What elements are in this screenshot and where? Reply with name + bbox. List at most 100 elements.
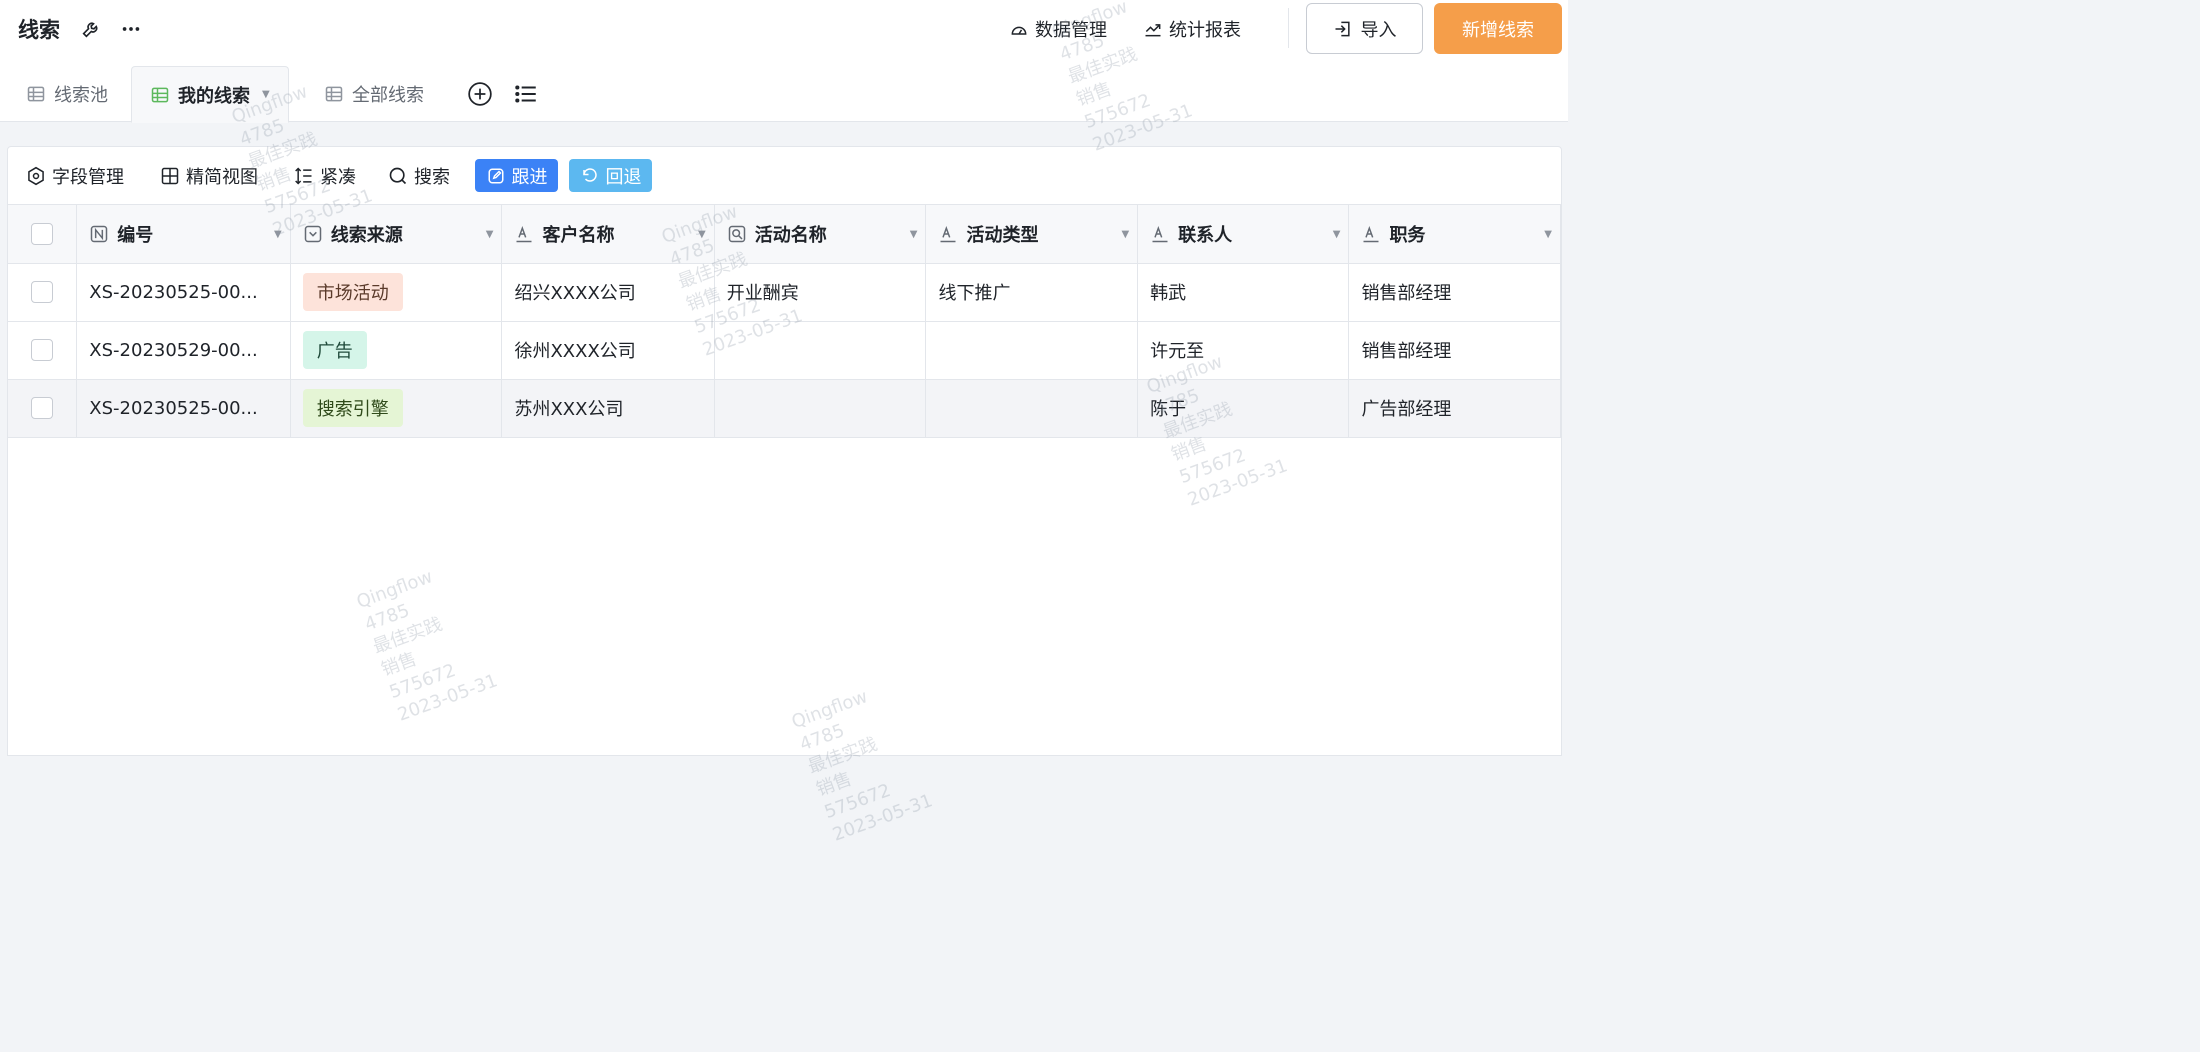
- table-toolbar: 字段管理 精简视图 紧凑 搜索 跟进 回退: [8, 147, 1561, 205]
- view-tabs: 线索池 我的线索 ▼ 全部线索: [0, 66, 1568, 123]
- cell-source[interactable]: 市场活动: [290, 263, 503, 322]
- column-header-source[interactable]: 线索来源 ▼: [290, 205, 503, 264]
- column-header-position[interactable]: 职务 ▼: [1348, 205, 1561, 264]
- row-checkbox[interactable]: [31, 281, 54, 303]
- cell-activity-type[interactable]: [925, 379, 1139, 438]
- add-view-icon[interactable]: [466, 80, 494, 108]
- tab-lead-pool[interactable]: 线索池: [26, 66, 108, 122]
- column-header-contact[interactable]: 联系人 ▼: [1137, 205, 1350, 264]
- simple-view-label: 精简视图: [186, 167, 258, 188]
- import-button[interactable]: 导入: [1306, 3, 1423, 54]
- table-row[interactable]: XS-20230529-00... 广告 徐州XXXX公司 许元至 销售部经理: [8, 321, 1561, 380]
- cell-customer[interactable]: 苏州XXX公司: [501, 379, 715, 438]
- text-field-icon: [514, 224, 534, 244]
- cell-source[interactable]: 搜索引擎: [290, 379, 503, 438]
- cell-contact[interactable]: 韩武: [1137, 263, 1350, 322]
- more-icon[interactable]: [118, 16, 144, 42]
- leads-table: 编号 ▼ 线索来源 ▼ 客户名称 ▼ 活动名称 ▼ 活动类型 ▼ 联系人 ▼ 职…: [8, 205, 1561, 438]
- cell-id[interactable]: XS-20230525-00...: [76, 379, 291, 438]
- cell-activity-type[interactable]: [925, 321, 1139, 380]
- source-tag: 广告: [302, 331, 367, 369]
- table-icon: [324, 84, 344, 104]
- source-tag: 市场活动: [302, 273, 403, 311]
- import-label: 导入: [1360, 19, 1397, 41]
- column-header-activity[interactable]: 活动名称 ▼: [714, 205, 927, 264]
- field-manage-label: 字段管理: [52, 167, 124, 188]
- wrench-icon[interactable]: [78, 16, 104, 42]
- stats-report-button[interactable]: 统计报表: [1143, 14, 1241, 44]
- select-all-checkbox[interactable]: [31, 222, 54, 245]
- compact-button[interactable]: 紧凑: [294, 160, 356, 192]
- cell-activity-type[interactable]: 线下推广: [925, 263, 1139, 322]
- cell-position[interactable]: 销售部经理: [1348, 321, 1561, 380]
- row-select-cell: [8, 321, 78, 380]
- chevron-down-icon[interactable]: ▼: [274, 229, 282, 240]
- column-label: 活动类型: [966, 224, 1039, 246]
- text-field-icon: [1361, 224, 1381, 244]
- column-header-id[interactable]: 编号 ▼: [76, 205, 291, 264]
- cell-activity[interactable]: 开业酬宾: [714, 263, 927, 322]
- column-header-customer[interactable]: 客户名称 ▼: [501, 205, 715, 264]
- dropdown-field-icon: [303, 224, 323, 244]
- chevron-down-icon[interactable]: ▼: [1333, 229, 1341, 240]
- chevron-down-icon[interactable]: ▼: [1121, 229, 1129, 240]
- table-header-row: 编号 ▼ 线索来源 ▼ 客户名称 ▼ 活动名称 ▼ 活动类型 ▼ 联系人 ▼ 职…: [8, 205, 1561, 264]
- divider: [1288, 8, 1289, 48]
- row-checkbox[interactable]: [31, 339, 54, 361]
- cell-activity[interactable]: [714, 379, 927, 438]
- rollback-button[interactable]: 回退: [569, 159, 652, 192]
- import-icon: [1333, 19, 1353, 39]
- column-label: 客户名称: [542, 224, 615, 246]
- table-icon: [26, 84, 46, 104]
- chevron-down-icon[interactable]: ▼: [910, 229, 918, 240]
- tab-label: 全部线索: [352, 85, 424, 106]
- column-header-activity-type[interactable]: 活动类型 ▼: [925, 205, 1139, 264]
- number-field-icon: [89, 224, 109, 244]
- row-checkbox[interactable]: [31, 397, 54, 419]
- row-select-cell: [8, 263, 78, 322]
- chevron-down-icon[interactable]: ▼: [698, 229, 706, 240]
- lookup-field-icon: [727, 224, 747, 244]
- cell-position[interactable]: 销售部经理: [1348, 263, 1561, 322]
- data-manage-button[interactable]: 数据管理: [1009, 14, 1107, 44]
- cell-id[interactable]: XS-20230525-00...: [76, 263, 291, 322]
- view-list-icon[interactable]: [512, 80, 540, 108]
- chevron-down-icon[interactable]: ▼: [486, 229, 494, 240]
- column-label: 编号: [117, 224, 154, 246]
- field-manage-button[interactable]: 字段管理: [26, 160, 124, 192]
- chevron-down-icon[interactable]: ▼: [262, 89, 270, 100]
- search-icon: [388, 166, 408, 186]
- top-bar: 线索 数据管理 统计报表 导入 新增线索 线索池 我的线索 ▼ 全部线索: [0, 0, 1568, 123]
- cell-id[interactable]: XS-20230529-00...: [76, 321, 291, 380]
- cell-contact[interactable]: 陈于: [1137, 379, 1350, 438]
- cell-customer[interactable]: 绍兴XXXX公司: [501, 263, 715, 322]
- tab-all-leads[interactable]: 全部线索: [324, 66, 424, 122]
- table-row[interactable]: XS-20230525-00... 市场活动 绍兴XXXX公司 开业酬宾 线下推…: [8, 263, 1561, 322]
- cell-contact[interactable]: 许元至: [1137, 321, 1350, 380]
- search-button[interactable]: 搜索: [388, 160, 450, 192]
- follow-up-label: 跟进: [511, 166, 548, 188]
- follow-up-button[interactable]: 跟进: [475, 159, 558, 192]
- dashboard-icon: [1009, 19, 1029, 39]
- tab-my-leads[interactable]: 我的线索 ▼: [131, 66, 289, 123]
- table-panel: 字段管理 精简视图 紧凑 搜索 跟进 回退 编号 ▼ 线索来源 ▼ 客户名称 ▼…: [7, 146, 1562, 756]
- table-row[interactable]: XS-20230525-00... 搜索引擎 苏州XXX公司 陈于 广告部经理: [8, 379, 1561, 438]
- edit-icon: [486, 166, 506, 186]
- compact-label: 紧凑: [320, 167, 356, 188]
- cell-activity[interactable]: [714, 321, 927, 380]
- cell-customer[interactable]: 徐州XXXX公司: [501, 321, 715, 380]
- cell-source[interactable]: 广告: [290, 321, 503, 380]
- search-label: 搜索: [414, 167, 450, 188]
- chevron-down-icon[interactable]: ▼: [1544, 229, 1552, 240]
- simple-view-button[interactable]: 精简视图: [160, 160, 258, 192]
- data-manage-label: 数据管理: [1035, 20, 1107, 41]
- row-height-icon: [294, 166, 314, 186]
- column-label: 职务: [1389, 224, 1426, 246]
- table-icon: [150, 85, 170, 105]
- tab-label: 线索池: [54, 85, 108, 106]
- column-label: 联系人: [1178, 224, 1233, 246]
- new-lead-button[interactable]: 新增线索: [1434, 3, 1562, 54]
- row-select-cell: [8, 379, 78, 438]
- cell-position[interactable]: 广告部经理: [1348, 379, 1561, 438]
- column-label: 活动名称: [754, 224, 827, 246]
